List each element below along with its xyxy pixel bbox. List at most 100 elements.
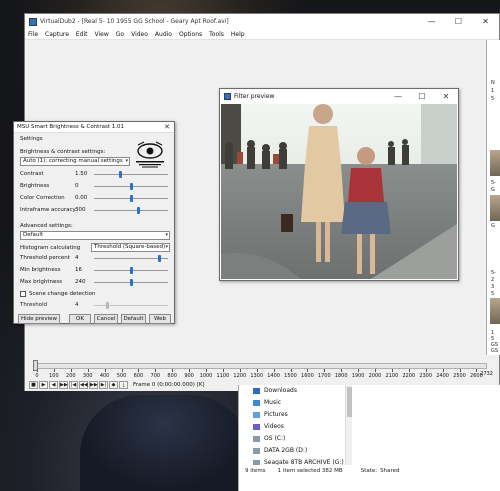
timeline-tick (391, 369, 393, 372)
web-button[interactable]: Web (149, 314, 171, 324)
timeline-tick-label: 0 (35, 373, 39, 379)
sliver-thumbnail (490, 150, 500, 176)
menu-tools[interactable]: Tools (209, 31, 224, 38)
mark-in-button[interactable]: ◆ (109, 381, 118, 389)
nav-item-downloads[interactable]: Downloads (253, 387, 297, 394)
maximize-button[interactable]: ☐ (410, 89, 434, 103)
play-input-button[interactable]: ◀ (49, 381, 58, 389)
sliver-label: 1 (491, 88, 495, 94)
next-key-button[interactable]: ▶▶ (89, 381, 98, 389)
pictures-icon (253, 411, 260, 418)
timeline-tick-label: 1600 (301, 373, 314, 379)
minimize-button[interactable]: — (386, 89, 410, 103)
filter-preview-titlebar[interactable]: Filter preview — ☐ ✕ (220, 89, 458, 103)
max-brightness-slider-thumb[interactable] (129, 279, 133, 286)
default-button[interactable]: Default (121, 314, 146, 324)
advanced-preset-dropdown[interactable]: Default ▾ (20, 231, 170, 240)
close-button[interactable]: ✕ (434, 89, 458, 103)
hide-preview-button[interactable]: Hide preview (18, 314, 60, 324)
timeline-tick-label: 1300 (250, 373, 264, 379)
menu-view[interactable]: View (95, 31, 109, 38)
mark-out-button[interactable]: ⤓ (119, 381, 128, 389)
scene-change-label: Scene change detection (29, 291, 96, 297)
menu-go[interactable]: Go (116, 31, 124, 38)
nav-scrollbar-thumb[interactable] (347, 387, 352, 417)
nav-item-pictures[interactable]: Pictures (253, 411, 288, 418)
nav-item-music[interactable]: Music (253, 399, 281, 406)
timeline-tick (425, 369, 427, 372)
sliver-label: 5- (491, 180, 496, 186)
min-brightness-slider-thumb[interactable] (129, 267, 133, 274)
color-correction-slider-thumb[interactable] (129, 195, 133, 202)
timeline-tick-label: 1700 (317, 373, 331, 379)
max-brightness-slider[interactable] (94, 279, 168, 286)
threshold-label: Threshold (20, 302, 48, 308)
brightness-slider-thumb[interactable] (129, 183, 133, 190)
min-brightness-slider[interactable] (94, 267, 168, 274)
bc-settings-label: Brightness & contrast settings: (20, 149, 106, 155)
timeline-tick-label: 1500 (284, 373, 297, 379)
threshold-slider[interactable] (94, 302, 168, 309)
timeline-end-label: 2732 (480, 371, 493, 377)
close-button[interactable]: ✕ (160, 123, 174, 131)
menu-edit[interactable]: Edit (76, 31, 88, 38)
brightness-slider[interactable] (94, 183, 168, 190)
adv-param-label: Max brightness (20, 279, 63, 285)
intraframe-accuracy-slider-thumb[interactable] (136, 207, 140, 214)
status-state-label: State: (360, 468, 378, 474)
timeline-tick (239, 369, 241, 372)
play-output-button[interactable]: ▶ (39, 381, 48, 389)
timeline-tick-label: 400 (99, 373, 110, 379)
maximize-button[interactable]: ☐ (445, 14, 472, 29)
menu-video[interactable]: Video (131, 31, 148, 38)
color-correction-slider[interactable] (94, 195, 168, 202)
timeline-tick-label: 2400 (436, 373, 449, 379)
stop-button[interactable]: ■ (29, 381, 38, 389)
timeline-tick (256, 369, 258, 372)
start-button[interactable]: |◀ (69, 381, 78, 389)
mode-dropdown[interactable]: Auto (1): correcting manual settings ▾ (20, 157, 130, 166)
timeline-tick (87, 369, 89, 372)
nav-item-data-drive[interactable]: DATA 2GB (D:) (253, 447, 307, 454)
threshold-value: 4 (75, 302, 79, 308)
threshold-percent-slider[interactable] (94, 255, 168, 262)
videos-icon (253, 423, 260, 430)
status-item-count: 9 items (245, 468, 266, 474)
window-title: VirtualDub2 - [Real 5- 10 1955 GG School… (40, 18, 229, 25)
intraframe-accuracy-slider[interactable] (94, 207, 168, 214)
threshold-slider-thumb[interactable] (106, 302, 109, 309)
timeline-tick-label: 100 (49, 373, 59, 379)
timeline-tick-label: 2100 (385, 373, 399, 379)
next-frame-button[interactable]: ▶▶ (59, 381, 68, 389)
minimize-button[interactable]: — (418, 14, 445, 29)
close-button[interactable]: ✕ (472, 14, 499, 29)
cancel-button[interactable]: Cancel (94, 314, 118, 324)
menu-audio[interactable]: Audio (155, 31, 172, 38)
menu-file[interactable]: File (28, 31, 38, 38)
nav-item-os-drive[interactable]: OS (C:) (253, 435, 285, 442)
param-label: Color Correction (20, 195, 65, 201)
adv-param-value: 4 (75, 255, 79, 261)
contrast-slider[interactable] (94, 171, 168, 178)
menu-options[interactable]: Options (179, 31, 202, 38)
contrast-slider-thumb[interactable] (118, 171, 122, 178)
nav-scrollbar[interactable] (345, 385, 352, 475)
advanced-preset-value: Default (23, 232, 44, 238)
preview-photo-illustration (221, 104, 457, 279)
nav-item-videos[interactable]: Videos (253, 423, 284, 430)
scene-change-checkbox[interactable] (20, 291, 26, 297)
menu-capture[interactable]: Capture (45, 31, 69, 38)
virtualdub-titlebar[interactable]: VirtualDub2 - [Real 5- 10 1955 GG School… (25, 14, 499, 29)
prev-key-button[interactable]: ◀◀ (79, 381, 88, 389)
timeline-tick (104, 369, 106, 372)
menu-help[interactable]: Help (231, 31, 245, 38)
transport-controls: ■ ▶ ◀ ▶▶ |◀ ◀◀ ▶▶ ▶| ◆ ⤓ Frame 0 (0:00:0… (29, 381, 205, 389)
histogram-dropdown[interactable]: Threshold (Square-based) ▾ (91, 243, 170, 252)
msu-titlebar[interactable]: MSU Smart Brightness & Contrast 1.01 ✕ (14, 122, 174, 133)
music-icon (253, 399, 260, 406)
sliver-label: N (491, 80, 495, 86)
end-button[interactable]: ▶| (99, 381, 108, 389)
ok-button[interactable]: OK (69, 314, 91, 324)
threshold-percent-slider-thumb[interactable] (157, 255, 161, 262)
filter-preview-window: Filter preview — ☐ ✕ (219, 88, 459, 281)
